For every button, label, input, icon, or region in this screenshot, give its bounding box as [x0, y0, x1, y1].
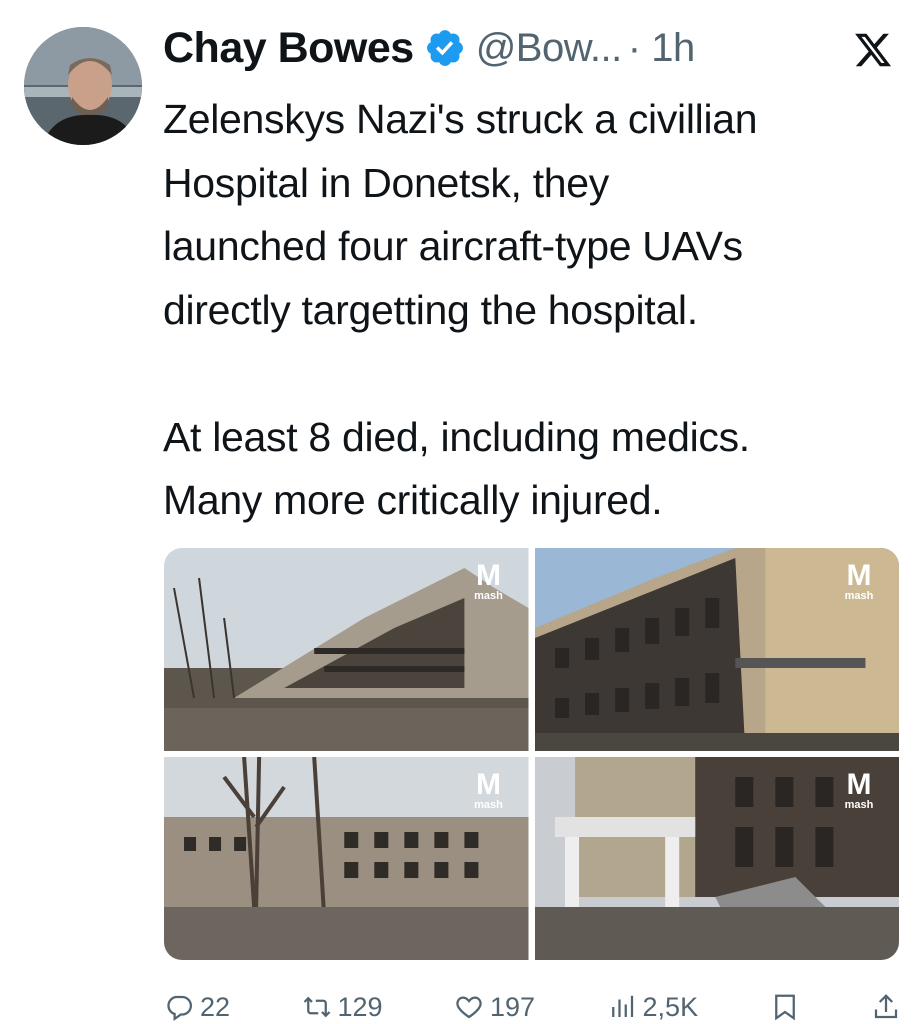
reply-count: 22 [200, 991, 231, 1022]
share-icon [874, 994, 898, 1019]
like-count: 197 [490, 991, 536, 1022]
heart-icon [456, 996, 482, 1019]
burned-hospital-facade-photo[interactable]: Mmash [534, 548, 899, 751]
watermark: Mmash [474, 559, 503, 603]
action-bar: 22 129 197 2,5K [164, 990, 901, 1024]
damaged-entrance-debris-photo[interactable]: Mmash [534, 757, 899, 960]
tweet-header: Chay Bowes @Bow... · 1h [163, 22, 881, 74]
media-grid[interactable]: Mmash Mmash M mash M mash [164, 548, 899, 960]
avatar[interactable] [24, 27, 142, 145]
author-handle[interactable]: @Bow... [476, 26, 623, 71]
bookmark-icon [774, 994, 795, 1021]
repost-count: 129 [337, 991, 383, 1022]
tweet-text: Zelenskys Nazi's struck a civillian Hosp… [163, 96, 758, 523]
x-logo-icon[interactable] [853, 30, 893, 70]
tweet-time[interactable]: · 1h [628, 26, 695, 71]
repost-icon [303, 996, 330, 1018]
watermark: Mmash [844, 559, 874, 603]
reply-icon [167, 995, 192, 1022]
reply-button[interactable]: 22 [164, 992, 230, 1023]
author-name[interactable]: Chay Bowes [163, 24, 414, 73]
destroyed-building-photo[interactable]: Mmash [164, 548, 529, 751]
views-count: 2,5K [642, 991, 699, 1022]
views-button[interactable]: 2,5K [607, 991, 699, 1023]
share-button[interactable] [871, 992, 901, 1022]
verified-badge-icon [426, 30, 463, 66]
like-button[interactable]: 197 [454, 992, 535, 1023]
repost-button[interactable]: 129 [302, 992, 383, 1023]
bookmark-button[interactable] [770, 992, 800, 1022]
watermark: Mmash [474, 768, 503, 812]
watermark: Mmash [844, 768, 874, 812]
ruined-building-trees-photo[interactable]: Mmash [164, 757, 529, 960]
views-icon [611, 995, 633, 1017]
